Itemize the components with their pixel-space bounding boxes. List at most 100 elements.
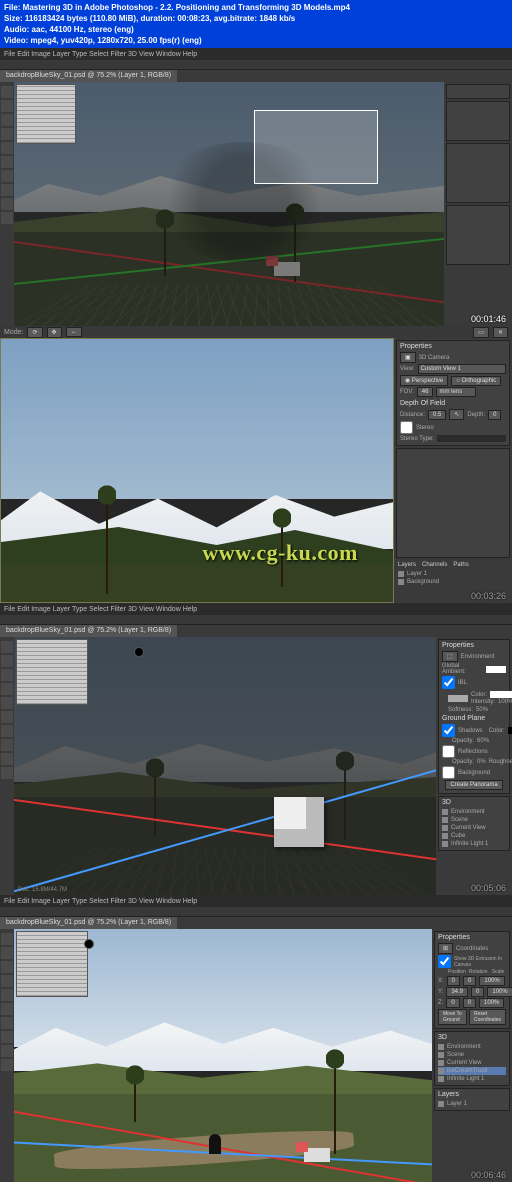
document-tab[interactable]: backdropBlueSky_01.psd @ 75.2% (Layer 1,… [0, 625, 177, 637]
pick-icon[interactable]: ↖ [449, 409, 464, 420]
fov-unit-dropdown[interactable]: mm lens [436, 387, 476, 397]
coords-icon: ⊞ [438, 943, 453, 954]
show-bbox-checkbox[interactable] [438, 955, 451, 968]
screenshot-3: File Edit Image Layer Type Select Filter… [0, 603, 512, 895]
scl-x-field[interactable]: 100% [479, 976, 504, 986]
slide-icon[interactable]: ↔ [66, 327, 82, 337]
watermark: www.cg-ku.com [202, 540, 358, 566]
stereo-type-dropdown[interactable] [437, 435, 506, 442]
3d-item: Infinite Light 1 [438, 1075, 506, 1083]
canvas[interactable]: www.cg-ku.com [0, 338, 394, 603]
truck-3d-object [274, 262, 300, 276]
shadows-checkbox[interactable] [442, 724, 455, 737]
close-icon[interactable]: ✕ [493, 327, 508, 338]
document-tab[interactable]: backdropBlueSky_01.psd @ 75.2% (Layer 1,… [0, 917, 177, 929]
pos-x-field[interactable]: 0 [447, 976, 460, 986]
move-to-ground-button[interactable]: Move To Ground [438, 1009, 467, 1025]
timestamp: 00:01:46 [471, 314, 506, 324]
bg-checkbox[interactable] [442, 766, 455, 779]
document-tab[interactable]: backdropBlueSky_01.psd @ 75.2% (Layer 1,… [0, 70, 177, 82]
options-bar[interactable] [0, 615, 512, 625]
global-ambient-swatch[interactable] [486, 666, 506, 673]
3d-mode-bar[interactable]: Mode: ⟳ ✥ ↔ ▭ ✕ [0, 326, 512, 338]
meta-size: Size: 116183424 bytes (110.80 MiB), dura… [4, 13, 508, 24]
panels-right[interactable]: Properties ⊞Coordinates Show 3D Extrusio… [432, 929, 512, 1182]
selection-rectangle[interactable] [254, 110, 378, 184]
distance-field[interactable]: 0.5 [428, 410, 446, 420]
timestamp: 00:06:46 [471, 1170, 506, 1180]
3d-item: Current View [438, 1059, 506, 1067]
reset-coords-button[interactable]: Reset Coordinates [469, 1009, 506, 1025]
options-bar[interactable] [0, 60, 512, 70]
canvas[interactable] [14, 929, 432, 1182]
3d-item: Infinite Light 1 [442, 840, 506, 848]
cursor-dot-icon [84, 939, 94, 949]
ibl-thumb[interactable] [448, 695, 468, 702]
cube-3d-object[interactable] [274, 797, 324, 847]
view-row: View:Custom View 1 [400, 364, 506, 374]
secondary-view[interactable] [16, 931, 88, 997]
properties-title: Properties [438, 934, 506, 941]
pos-z-field[interactable]: 0 [446, 998, 459, 1008]
3d-panel: 3D Environment Scene Current View iceCre… [434, 1031, 510, 1086]
orthographic-button[interactable]: ○ Orthographic [451, 376, 501, 386]
screenshot-2: Mode: ⟳ ✥ ↔ ▭ ✕ www.cg-ku.com Properties… [0, 326, 512, 603]
properties-title: Properties [442, 642, 506, 649]
scl-z-field[interactable]: 100% [479, 998, 504, 1008]
perspective-button[interactable]: ◉ Perspective [400, 375, 448, 386]
timestamp: 00:05:06 [471, 883, 506, 893]
3d-item: Environment [442, 808, 506, 816]
tools-panel[interactable] [0, 82, 14, 326]
3d-item: iceCreamTruck [438, 1067, 506, 1075]
depth-field[interactable]: 0 [488, 410, 501, 420]
camera-icon: ▣ [400, 352, 416, 363]
3d-item: Environment [438, 1043, 506, 1051]
panels-right[interactable]: Properties ▣3D Camera View:Custom View 1… [394, 338, 512, 603]
ibl-checkbox[interactable] [442, 676, 455, 689]
layers-panel[interactable]: LayersChannelsPaths Layer 1 Background [396, 560, 510, 588]
pos-y-field[interactable]: 34.9 [446, 987, 468, 997]
pan-icon[interactable]: ✥ [47, 327, 62, 338]
cursor-dot-icon [134, 647, 144, 657]
env-icon: ⬚ [442, 651, 458, 662]
3d-item: Cube [442, 832, 506, 840]
meta-video: Video: mpeg4, yuv420p, 1280x720, 25.00 f… [4, 35, 508, 46]
canvas[interactable] [14, 82, 444, 326]
reflections-checkbox[interactable] [442, 745, 455, 758]
layers-panel: LayersLayer 1 [434, 1088, 510, 1111]
stereo-checkbox[interactable] [400, 421, 413, 434]
create-panorama-button[interactable]: Create Panorama [445, 780, 502, 790]
tools-panel[interactable] [0, 929, 14, 1182]
fov-field[interactable]: 46 [417, 387, 434, 397]
hydrant-object [209, 1134, 221, 1154]
dof-heading: Depth Of Field [400, 400, 506, 407]
menu-bar[interactable]: File Edit Image Layer Type Select Filter… [0, 603, 512, 615]
rot-z-field[interactable]: 0 [463, 998, 476, 1008]
rot-x-field[interactable]: 0 [463, 976, 476, 986]
menu-bar[interactable]: File Edit Image Layer Type Select Filter… [0, 895, 512, 907]
scl-y-field[interactable]: 100% [487, 987, 512, 997]
media-info-banner: File: Mastering 3D in Adobe Photoshop - … [0, 0, 512, 48]
truck-3d-object[interactable] [304, 1148, 330, 1162]
meta-audio: Audio: aac, 44100 Hz, stereo (eng) [4, 24, 508, 35]
options-bar[interactable] [0, 907, 512, 917]
timestamp: 00:03:26 [471, 591, 506, 601]
tools-panel[interactable] [0, 637, 14, 895]
screenshot-1: File Edit Image Layer Type Select Filter… [0, 48, 512, 326]
panel-toggle-icon[interactable]: ▭ [473, 327, 489, 338]
panels-right[interactable]: Properties ⬚Environment Global Ambient: … [436, 637, 512, 895]
panels-right[interactable] [444, 82, 512, 326]
rot-y-field[interactable]: 0 [471, 987, 484, 997]
3d-panel: 3D Environment Scene Current View Cube I… [438, 796, 510, 851]
camera-label: 3D Camera [419, 355, 450, 361]
secondary-view[interactable] [16, 84, 76, 144]
canvas[interactable]: Doc: 15.8M/44.7M [14, 637, 436, 895]
meta-file: File: Mastering 3D in Adobe Photoshop - … [4, 2, 508, 13]
view-dropdown[interactable]: Custom View 1 [418, 364, 506, 374]
menu-bar[interactable]: File Edit Image Layer Type Select Filter… [0, 48, 512, 60]
3d-item: Scene [442, 816, 506, 824]
screenshot-4: File Edit Image Layer Type Select Filter… [0, 895, 512, 1182]
3d-item: Current View [442, 824, 506, 832]
orbit-icon[interactable]: ⟳ [27, 327, 42, 338]
secondary-view[interactable] [16, 639, 88, 705]
